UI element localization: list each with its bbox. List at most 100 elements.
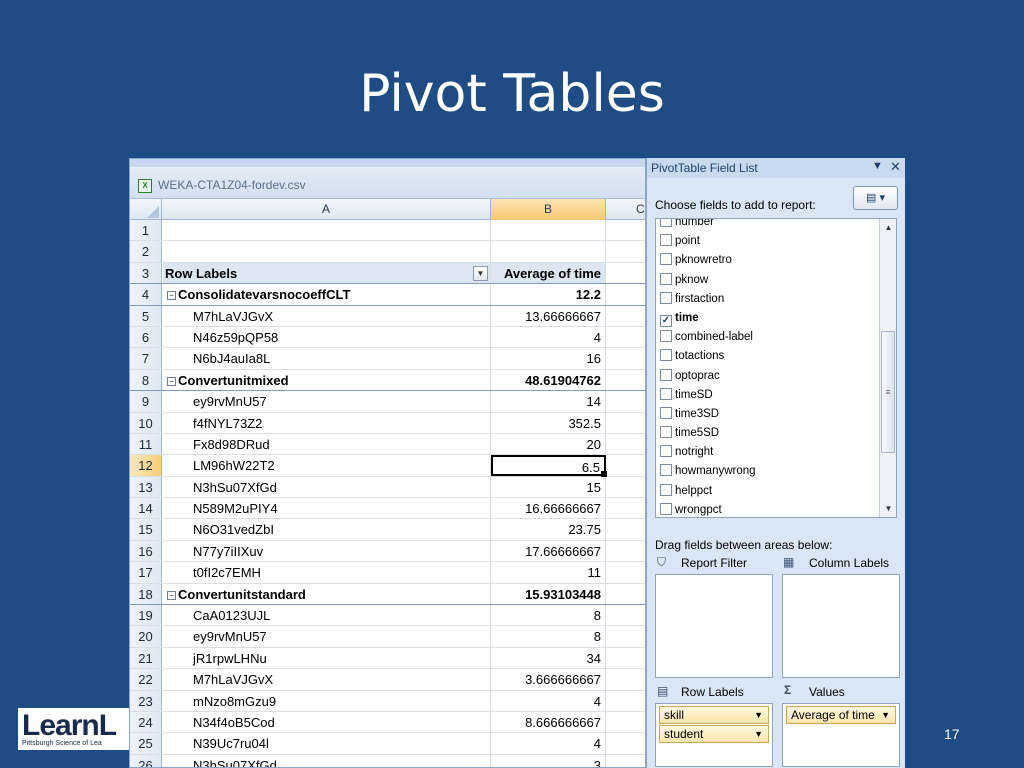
cell-c[interactable] <box>606 284 645 304</box>
cell-c[interactable] <box>606 541 645 561</box>
collapse-icon[interactable]: − <box>167 291 176 301</box>
cell-c[interactable] <box>606 306 645 326</box>
row-number[interactable]: 25 <box>130 733 162 754</box>
report-filter-drop-area[interactable] <box>655 574 773 678</box>
column-header-a[interactable]: A <box>162 199 491 220</box>
cell-a[interactable]: jR1rpwLHNu <box>163 647 491 669</box>
field-item[interactable]: notright <box>656 443 880 462</box>
value-field-chip-average-time[interactable]: Average of time ▼ <box>786 706 896 724</box>
cell-a[interactable]: N46z59pQP58 <box>163 326 491 348</box>
row-number[interactable]: 8 <box>130 369 162 391</box>
scroll-down-arrow-icon[interactable]: ▼ <box>880 500 896 517</box>
row-number[interactable]: 1 <box>130 220 162 241</box>
cell-a[interactable]: N589M2uPIY4 <box>163 498 491 519</box>
row-number[interactable]: 3 <box>130 262 162 284</box>
cell-b[interactable]: 4 <box>491 733 606 754</box>
cell-b[interactable] <box>491 241 606 262</box>
column-labels-drop-area[interactable] <box>782 574 900 678</box>
row-number[interactable]: 11 <box>130 433 162 455</box>
row-number[interactable]: 15 <box>130 519 162 540</box>
checkbox-icon[interactable] <box>660 368 672 381</box>
cell-b[interactable]: 16 <box>491 348 606 369</box>
column-header-b[interactable]: B <box>491 199 606 220</box>
checkbox-icon[interactable] <box>660 406 672 419</box>
cell-b[interactable]: 8 <box>491 626 606 647</box>
row-number[interactable]: 26 <box>130 754 162 767</box>
field-item[interactable]: howmanywrong <box>656 462 880 481</box>
row-number[interactable]: 2 <box>130 241 162 262</box>
collapse-icon[interactable]: − <box>167 590 176 600</box>
cell-a[interactable] <box>163 241 491 262</box>
checkbox-icon[interactable] <box>660 483 672 496</box>
cell-a[interactable]: N39Uc7ru04l <box>163 733 491 754</box>
cell-a[interactable]: N77y7iIIXuv <box>163 540 491 562</box>
cell-c[interactable] <box>606 434 645 454</box>
row-labels-drop-area[interactable]: skill ▼ student ▼ <box>655 703 773 767</box>
cell-b[interactable]: 8.666666667 <box>491 711 606 733</box>
checkbox-icon[interactable] <box>660 502 672 515</box>
cell-c[interactable] <box>606 648 645 668</box>
row-field-chip-student[interactable]: student ▼ <box>659 725 769 743</box>
field-list-layout-button[interactable]: ▤ ▾ <box>853 186 898 210</box>
checkbox-icon[interactable] <box>660 219 672 227</box>
cell-a[interactable]: N3hSu07XfGd <box>163 754 491 767</box>
cell-c[interactable] <box>606 327 645 347</box>
cell-b[interactable]: 4 <box>491 326 606 348</box>
row-labels-filter-dropdown-icon[interactable]: ▼ <box>473 265 488 281</box>
cell-a[interactable]: − ConsolidatevarsnocoeffCLT <box>163 284 491 305</box>
close-icon[interactable]: ✕ <box>890 159 901 175</box>
cell-c[interactable] <box>606 712 645 732</box>
checkbox-icon[interactable] <box>660 349 672 362</box>
cell-c[interactable] <box>606 626 645 646</box>
checkbox-checked-icon[interactable]: ✓ <box>660 314 672 327</box>
cell-a[interactable]: N3hSu07XfGd <box>163 476 491 498</box>
cell-c[interactable] <box>606 455 645 475</box>
checkbox-icon[interactable] <box>660 464 672 477</box>
field-item[interactable]: firstaction <box>656 290 880 309</box>
row-number[interactable]: 22 <box>130 669 162 690</box>
collapse-icon[interactable]: − <box>167 376 176 386</box>
cell-b[interactable]: 15 <box>491 476 606 498</box>
cell-b[interactable]: 17.66666667 <box>491 540 606 562</box>
checkbox-icon[interactable] <box>660 272 672 285</box>
cell-a[interactable]: N6O31vedZbI <box>163 519 491 540</box>
cell-a[interactable]: t0fI2c7EMH <box>163 562 491 583</box>
cell-c[interactable] <box>606 519 645 539</box>
checkbox-icon[interactable] <box>660 253 672 266</box>
checkbox-icon[interactable] <box>660 291 672 304</box>
checkbox-icon[interactable] <box>660 330 672 343</box>
cell-a[interactable]: N6bJ4auIa8L <box>163 348 491 369</box>
cell-c[interactable] <box>606 605 645 625</box>
cell-b[interactable]: 14 <box>491 391 606 412</box>
pane-options-dropdown-icon[interactable]: ▼ <box>872 160 883 172</box>
cell-c[interactable] <box>606 477 645 497</box>
checkbox-icon[interactable] <box>660 426 672 439</box>
row-number[interactable]: 23 <box>130 690 162 711</box>
cell-b[interactable] <box>491 220 606 241</box>
row-number[interactable]: 10 <box>130 412 162 433</box>
row-number[interactable]: 12 <box>130 455 162 476</box>
cell-b[interactable]: Average of time <box>491 262 606 284</box>
cell-a[interactable]: Fx8d98DRud <box>163 433 491 455</box>
chevron-down-icon[interactable]: ▼ <box>754 726 763 742</box>
cell-a[interactable] <box>163 220 491 241</box>
checkbox-icon[interactable] <box>660 445 672 458</box>
row-number[interactable]: 17 <box>130 562 162 583</box>
cell-b[interactable]: 3.666666667 <box>491 669 606 690</box>
cell-a[interactable]: − Convertunitmixed <box>163 369 491 391</box>
cell-c[interactable] <box>606 370 645 390</box>
cell-a[interactable]: CaA0123UJL <box>163 605 491 626</box>
field-item[interactable]: pknowretro <box>656 251 880 270</box>
cell-c[interactable] <box>606 220 645 240</box>
row-number[interactable]: 16 <box>130 540 162 562</box>
row-field-chip-skill[interactable]: skill ▼ <box>659 706 769 724</box>
cell-a[interactable]: N34f4oB5Cod <box>163 711 491 733</box>
values-drop-area[interactable]: Average of time ▼ <box>782 703 900 767</box>
chevron-down-icon[interactable]: ▼ <box>754 707 763 723</box>
chevron-down-icon[interactable]: ▼ <box>881 707 890 723</box>
cell-c[interactable] <box>606 733 645 753</box>
cell-b[interactable]: 15.93103448 <box>491 583 606 605</box>
checkbox-icon[interactable] <box>660 387 672 400</box>
field-item[interactable]: helppct <box>656 482 880 501</box>
cell-c[interactable] <box>606 562 645 582</box>
